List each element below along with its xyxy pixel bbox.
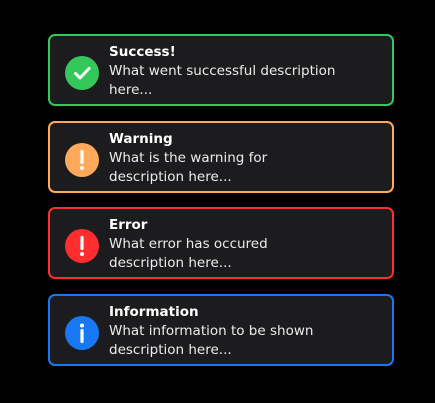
exclamation-circle-icon <box>65 229 99 263</box>
alert-description: What is the warning for description here… <box>109 150 268 185</box>
information-alert: Information What information to be shown… <box>48 294 394 366</box>
alert-title: Success! <box>109 44 176 60</box>
error-alert: Error What error has occured description… <box>48 207 394 279</box>
exclamation-circle-icon <box>65 143 99 177</box>
alert-description: What error has occured description here.… <box>109 236 268 271</box>
alert-title: Warning <box>109 131 173 147</box>
alert-description: What information to be shown description… <box>109 323 314 358</box>
warning-alert: Warning What is the warning for descript… <box>48 121 394 193</box>
alert-title: Error <box>109 217 148 233</box>
info-circle-icon <box>65 316 99 350</box>
alert-title: Information <box>109 304 199 320</box>
check-circle-icon <box>65 56 99 90</box>
success-alert: Success! What went successful descriptio… <box>48 34 394 106</box>
alert-description: What went successful description here... <box>109 63 336 98</box>
